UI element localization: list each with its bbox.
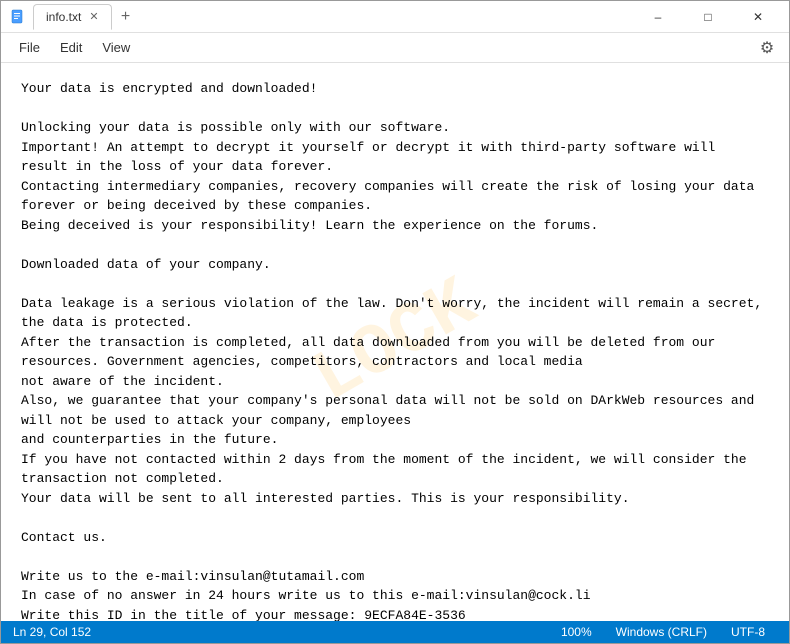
text-line: If you have not contacted within 2 days … <box>21 450 769 489</box>
text-line: Write this ID in the title of your messa… <box>21 606 769 622</box>
text-line: and counterparties in the future. <box>21 430 769 450</box>
title-bar: info.txt ✕ + – □ ✕ <box>1 1 789 33</box>
text-line: Contact us. <box>21 528 769 548</box>
cursor-position: Ln 29, Col 152 <box>13 621 103 643</box>
menu-file[interactable]: File <box>9 36 50 59</box>
app-icon <box>9 8 27 26</box>
tab-label: info.txt <box>46 10 81 24</box>
status-bar: Ln 29, Col 152 100% Windows (CRLF) UTF-8 <box>1 621 789 643</box>
minimize-button[interactable]: – <box>635 1 681 33</box>
text-body: Your data is encrypted and downloaded! U… <box>21 79 769 621</box>
text-line: In case of no answer in 24 hours write u… <box>21 586 769 606</box>
text-line: not aware of the incident. <box>21 372 769 392</box>
window-controls: – □ ✕ <box>635 1 781 33</box>
text-line <box>21 235 769 255</box>
tab-close-button[interactable]: ✕ <box>89 10 98 23</box>
menu-view[interactable]: View <box>92 36 140 59</box>
title-bar-left: info.txt ✕ + <box>9 4 635 30</box>
text-line: Your data will be sent to all interested… <box>21 489 769 509</box>
text-line: Write us to the e-mail:vinsulan@tutamail… <box>21 567 769 587</box>
text-line: Your data is encrypted and downloaded! <box>21 79 769 99</box>
text-editor-content[interactable]: LOCK Your data is encrypted and download… <box>1 63 789 621</box>
close-button[interactable]: ✕ <box>735 1 781 33</box>
text-line: Important! An attempt to decrypt it your… <box>21 138 769 177</box>
text-line: Contacting intermediary companies, recov… <box>21 177 769 216</box>
text-line <box>21 508 769 528</box>
text-line: Being deceived is your responsibility! L… <box>21 216 769 236</box>
text-line: Unlocking your data is possible only wit… <box>21 118 769 138</box>
status-right: 100% Windows (CRLF) UTF-8 <box>561 625 777 639</box>
new-tab-button[interactable]: + <box>114 5 138 29</box>
text-line <box>21 274 769 294</box>
main-window: info.txt ✕ + – □ ✕ File Edit View ⚙ LOCK… <box>0 0 790 644</box>
zoom-level[interactable]: 100% <box>561 625 604 639</box>
text-line: Data leakage is a serious violation of t… <box>21 294 769 333</box>
tab-info-txt[interactable]: info.txt ✕ <box>33 4 112 30</box>
text-line <box>21 547 769 567</box>
text-line: Downloaded data of your company. <box>21 255 769 275</box>
line-ending[interactable]: Windows (CRLF) <box>604 625 719 639</box>
tab-bar: info.txt ✕ + <box>33 4 138 30</box>
text-line <box>21 99 769 119</box>
settings-icon[interactable]: ⚙ <box>753 34 781 62</box>
text-line: After the transaction is completed, all … <box>21 333 769 372</box>
menu-bar: File Edit View ⚙ <box>1 33 789 63</box>
encoding[interactable]: UTF-8 <box>719 625 777 639</box>
menu-edit[interactable]: Edit <box>50 36 92 59</box>
menu-bar-right: ⚙ <box>753 34 781 62</box>
text-line: Also, we guarantee that your company's p… <box>21 391 769 430</box>
maximize-button[interactable]: □ <box>685 1 731 33</box>
